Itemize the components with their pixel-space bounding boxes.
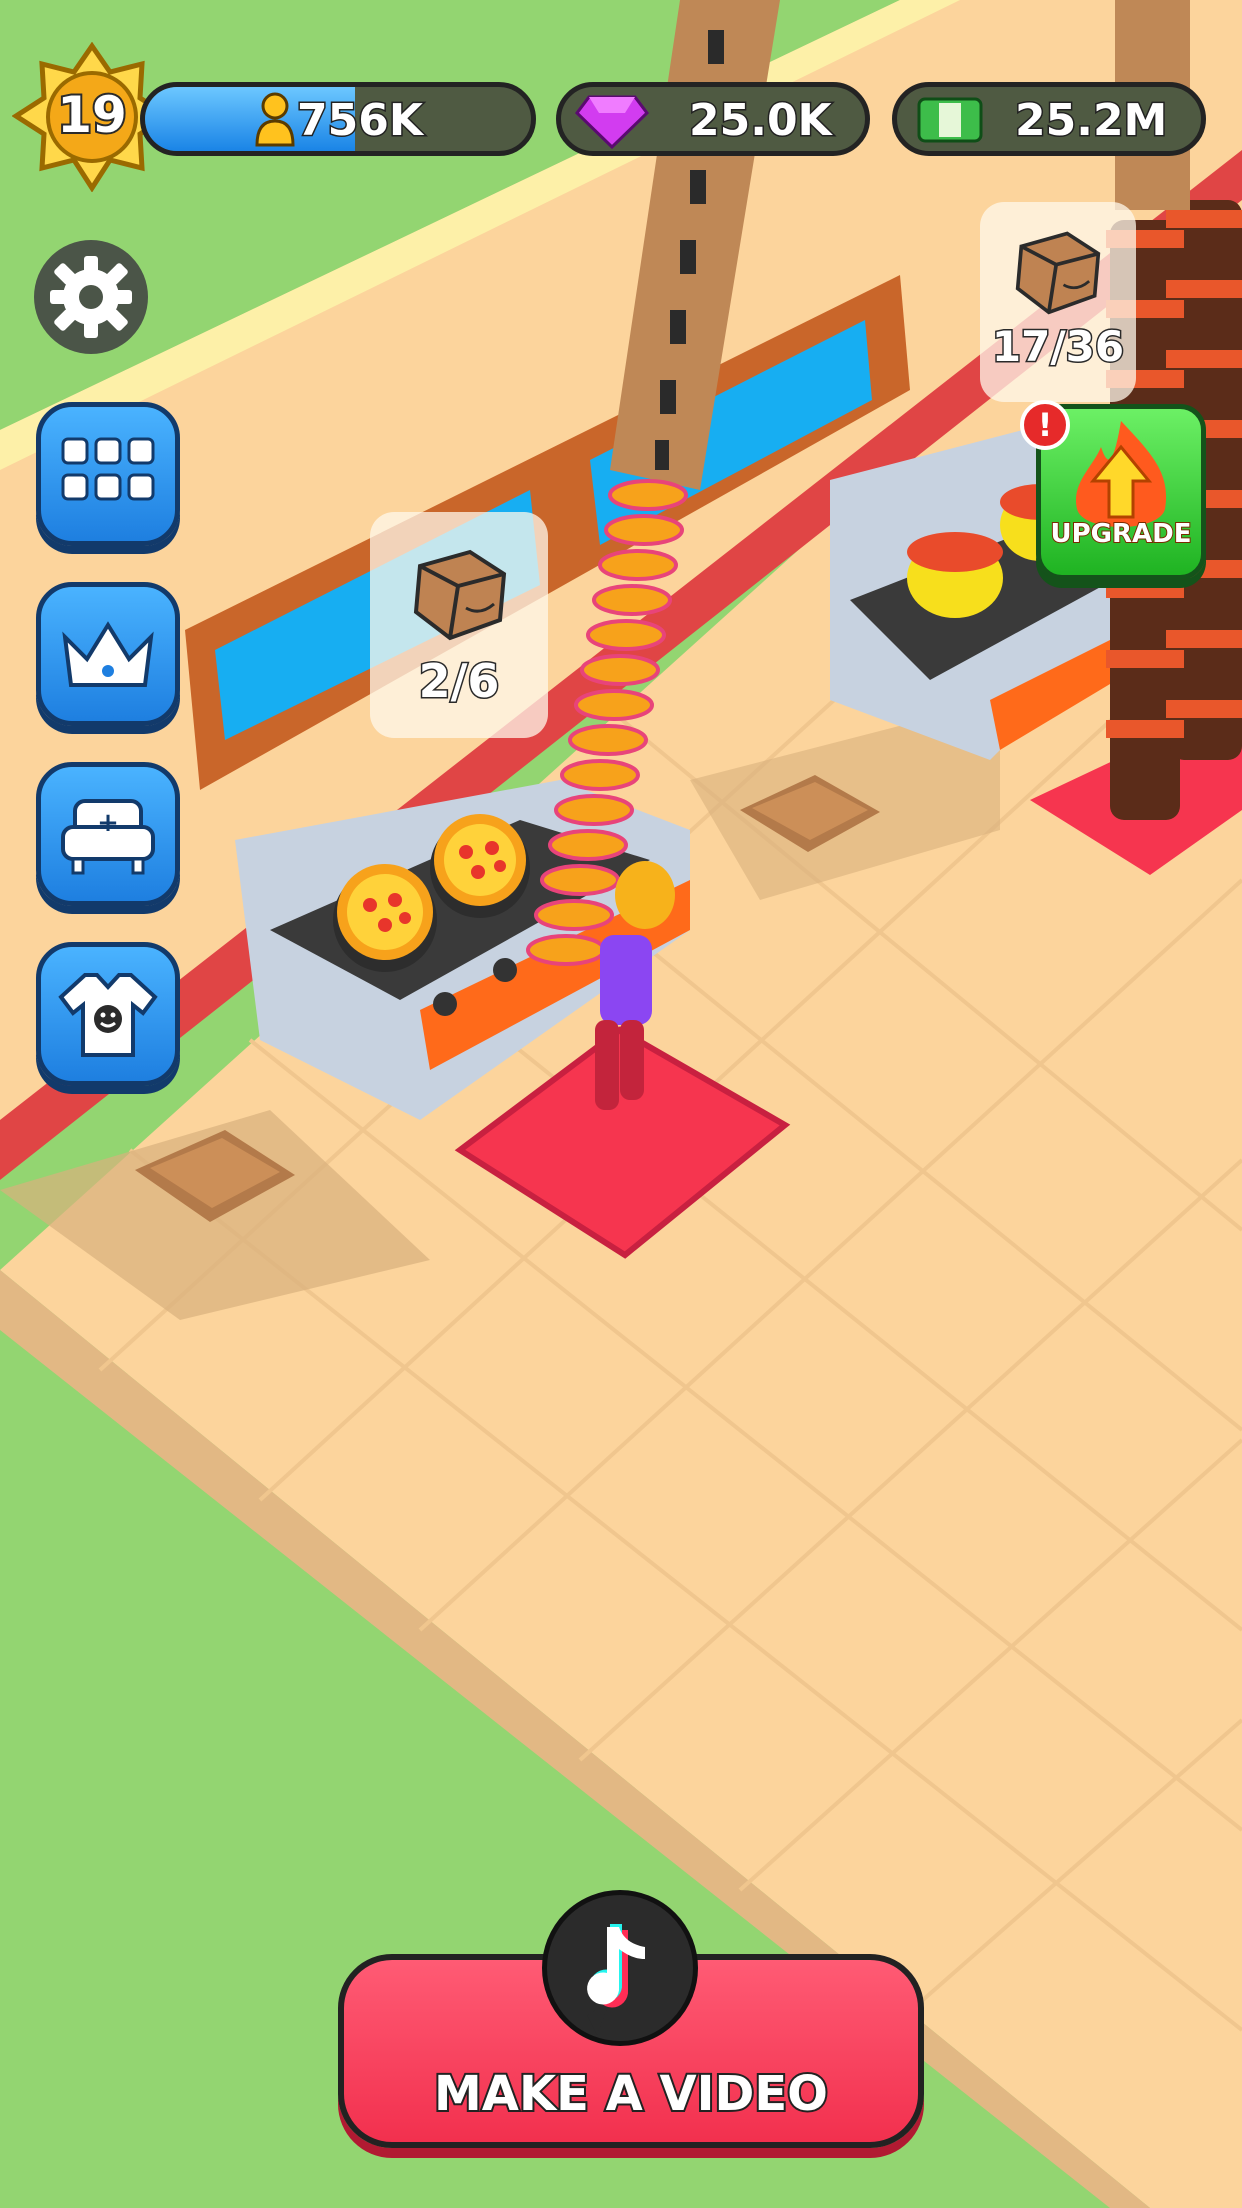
cash-icon <box>917 95 983 145</box>
menu-button[interactable] <box>36 402 180 546</box>
station-counter-soup: 17/36 <box>980 202 1136 402</box>
svg-text:+: + <box>97 808 119 838</box>
make-video-label: MAKE A VIDEO <box>432 2064 830 2124</box>
gems-value: 25.0K <box>688 94 834 148</box>
crown-icon <box>62 621 154 687</box>
station-counter-pizza: 2/6 <box>370 512 548 738</box>
box-icon <box>1012 228 1104 316</box>
gem-icon <box>575 89 649 150</box>
shop-button[interactable] <box>36 942 180 1086</box>
upgrade-label: UPGRADE <box>1050 518 1193 550</box>
grid-icon <box>61 437 155 501</box>
tiktok-badge[interactable] <box>542 1890 698 2046</box>
furniture-button[interactable]: + <box>36 762 180 906</box>
players-counter: 756K <box>140 82 536 156</box>
tshirt-icon <box>58 973 158 1057</box>
station-counter-text: 17/36 <box>990 321 1125 373</box>
vip-button[interactable] <box>36 582 180 726</box>
box-icon <box>410 546 510 642</box>
cash-value: 25.2M <box>1013 94 1168 148</box>
upgrade-alert-badge: ! <box>1020 400 1070 450</box>
tiktok-note-icon <box>587 1924 645 2035</box>
sofa-icon: + <box>61 799 155 875</box>
station-counter-text: 2/6 <box>417 653 501 710</box>
gems-counter: 25.0K <box>556 82 870 156</box>
player-icon <box>253 91 297 147</box>
settings-button[interactable] <box>34 240 148 354</box>
players-value: 756K <box>296 94 425 148</box>
cash-counter: 25.2M <box>892 82 1206 156</box>
gear-icon <box>50 256 132 338</box>
